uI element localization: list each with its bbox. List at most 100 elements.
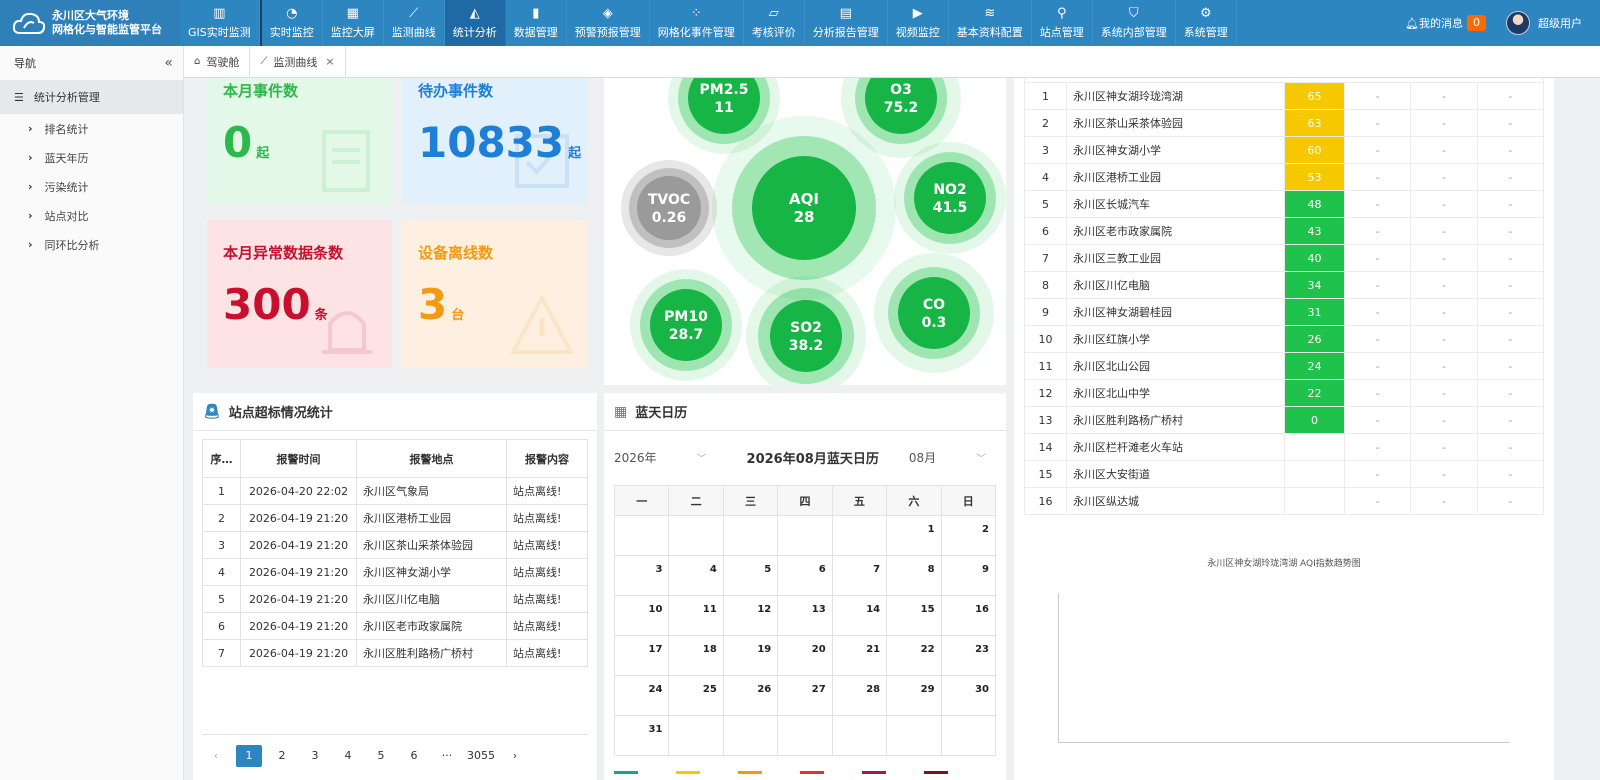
calendar-day[interactable]: 29 [886,675,942,716]
table-row[interactable]: 5 2026-04-19 21:20 永川区川亿电脑 站点离线! [202,585,588,613]
close-tab-icon[interactable]: × [325,55,334,68]
page-button-last[interactable]: 3055 [467,745,495,767]
nav-grid-events[interactable]: ⁘ 网格化事件管理 [650,0,744,46]
avatar[interactable] [1506,11,1530,35]
card-month-events[interactable]: 本月事件数 0起 [207,78,392,204]
card-pending-events[interactable]: 待办事件数 10833 起 [402,78,587,204]
page-button-1[interactable]: 1 [236,745,262,767]
sidebar-item-blue-sky-calendar[interactable]: › 蓝天年历 [0,143,183,172]
page-button-4[interactable]: 4 [335,745,361,767]
calendar-day[interactable]: 25 [668,675,724,716]
table-row[interactable]: 13 永川区胜利路杨广桥村 0- - - [1024,406,1545,434]
calendar-day[interactable]: 8 [886,555,942,596]
messages-button[interactable]: 🔔︎ 我的消息 0 [1405,15,1486,31]
calendar-day[interactable]: 5 [722,555,779,596]
nav-reports[interactable]: ▤ 分析报告管理 [805,0,888,46]
table-row[interactable]: 1 永川区神女湖玲珑湾湖 65- - - [1024,82,1545,110]
table-row[interactable]: 1 2026-04-20 22:02 永川区气象局 站点离线! [202,477,588,505]
nav-assessment[interactable]: ▱ 考核评价 [744,0,805,46]
table-row[interactable]: 4 2026-04-19 21:20 永川区神女湖小学 站点离线! [202,558,588,586]
sidebar-item-period-compare[interactable]: › 同环比分析 [0,230,183,259]
table-row[interactable]: 7 永川区三教工业园 40- - - [1024,244,1545,272]
calendar-day[interactable]: 26 [722,675,779,716]
table-row[interactable]: 4 永川区港桥工业园 53- - - [1024,163,1545,191]
next-page-button[interactable]: › [502,745,528,767]
calendar-day[interactable]: 7 [831,555,888,596]
table-row[interactable]: 6 永川区老市政家属院 43- - - [1024,217,1545,245]
month-select[interactable]: 08月 ﹀ [909,449,986,466]
calendar-day[interactable]: 13 [777,595,833,636]
sidebar-group-statistics[interactable]: ☰ 统计分析管理 [0,80,183,114]
table-row[interactable]: 8 永川区川亿电脑 34- - - [1024,271,1545,299]
calendar-day[interactable]: 4 [668,555,724,596]
calendar-day[interactable]: 15 [886,595,942,636]
tab-monitor-curve[interactable]: ⟋ 监测曲线 × [250,46,346,77]
bubble-tvoc[interactable]: TVOC 0.26 [621,160,717,256]
calendar-day[interactable]: 31 [613,715,670,756]
calendar-day[interactable]: 9 [940,555,997,596]
table-row[interactable]: 2 永川区茶山采茶体验园 63- - - [1024,109,1545,137]
nav-sites[interactable]: ⚲ 站点管理 [1032,0,1093,46]
calendar-day[interactable]: 20 [777,635,833,676]
sidebar-item-pollution[interactable]: › 污染统计 [0,172,183,201]
calendar-day[interactable]: 1 [886,515,942,556]
page-button-3[interactable]: 3 [302,745,328,767]
page-ellipsis[interactable]: ··· [434,745,460,767]
tab-cockpit[interactable]: ⌂ 驾驶舱 [184,46,251,77]
nav-basic-config[interactable]: ≋ 基本资料配置 [949,0,1032,46]
sidebar-item-ranking[interactable]: › 排名统计 [0,114,183,143]
table-row[interactable]: 11 永川区北山公园 24- - - [1024,352,1545,380]
calendar-day[interactable]: 27 [777,675,833,716]
calendar-day[interactable]: 2 [940,515,997,556]
bubble-aqi[interactable]: AQI 28 [712,116,896,300]
calendar-day[interactable]: 6 [777,555,833,596]
card-offline-devices[interactable]: 设备离线数 3台 [402,220,587,368]
calendar-day[interactable]: 30 [940,675,997,716]
table-row[interactable]: 14 永川区栏杆滩老火车站 - - - [1024,433,1545,461]
year-select[interactable]: 2026年 ﹀ [614,449,707,466]
nav-bigscreen[interactable]: ▦ 监控大屏 [323,0,384,46]
calendar-day[interactable]: 23 [940,635,997,676]
nav-system[interactable]: ⚙ 系统管理 [1176,0,1237,46]
table-row[interactable]: 9 永川区神女湖碧桂园 31- - - [1024,298,1545,326]
nav-gis[interactable]: ▥ GIS实时监测 [180,0,260,46]
nav-video[interactable]: ▶ 视频监控 [888,0,949,46]
table-row[interactable]: 2 2026-04-19 21:20 永川区港桥工业园 站点离线! [202,504,588,532]
calendar-day[interactable]: 19 [722,635,779,676]
table-row[interactable]: 7 2026-04-19 21:20 永川区胜利路杨广桥村 站点离线! [202,639,588,667]
nav-warning[interactable]: ◈ 预警预报管理 [567,0,650,46]
bubble-so2[interactable]: SO2 38.2 [746,276,866,385]
calendar-day[interactable]: 24 [613,675,670,716]
table-row[interactable]: 6 2026-04-19 21:20 永川区老市政家属院 站点离线! [202,612,588,640]
bubble-no2[interactable]: NO2 41.5 [894,142,1006,254]
card-abnormal-data[interactable]: 本月异常数据条数 300 条 [207,220,392,368]
calendar-day[interactable]: 18 [668,635,724,676]
calendar-day[interactable]: 17 [613,635,670,676]
calendar-day[interactable]: 10 [613,595,670,636]
calendar-day[interactable]: 22 [886,635,942,676]
page-button-6[interactable]: 6 [401,745,427,767]
nav-internal[interactable]: ⛉ 系统内部管理 [1093,0,1176,46]
table-row[interactable]: 12 永川区北山中学 22- - - [1024,379,1545,407]
nav-data[interactable]: ▮ 数据管理 [506,0,567,46]
calendar-day[interactable]: 16 [940,595,997,636]
user-name[interactable]: 超级用户 [1538,15,1600,31]
calendar-day[interactable]: 14 [831,595,888,636]
calendar-day[interactable]: 11 [668,595,724,636]
page-button-5[interactable]: 5 [368,745,394,767]
app-logo[interactable]: 永川区大气环境 网格化与智能监管平台 [0,0,180,46]
sidebar-item-site-compare[interactable]: › 站点对比 [0,201,183,230]
table-row[interactable]: 16 永川区纵达城 - - - [1024,487,1545,515]
table-row[interactable]: 5 永川区长城汽车 48- - - [1024,190,1545,218]
bubble-pm10[interactable]: PM10 28.7 [630,269,742,381]
bubble-co[interactable]: CO 0.3 [874,253,994,373]
table-row[interactable]: 10 永川区红旗小学 26- - - [1024,325,1545,353]
calendar-day[interactable]: 12 [722,595,779,636]
table-row[interactable]: 15 永川区大安街道 - - - [1024,460,1545,488]
nav-curve[interactable]: ⟋ 监测曲线 [384,0,445,46]
nav-statistics[interactable]: ◭ 统计分析 [444,0,506,46]
collapse-sidebar-icon[interactable]: « [164,55,173,71]
page-button-2[interactable]: 2 [269,745,295,767]
calendar-day[interactable]: 21 [831,635,888,676]
nav-realtime[interactable]: ◔ 实时监控 [259,0,323,46]
